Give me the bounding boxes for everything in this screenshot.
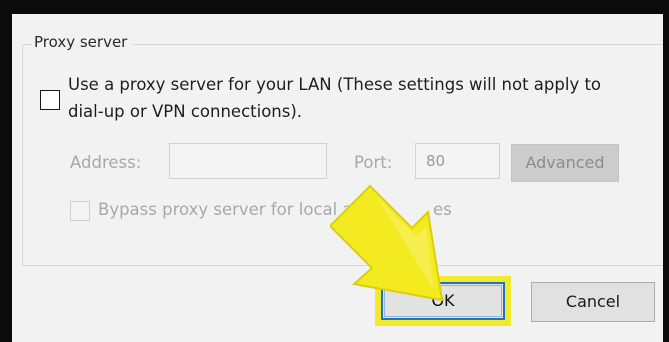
- bypass-local-label[interactable]: Bypass proxy server for local a: [98, 200, 353, 219]
- address-field[interactable]: [169, 143, 327, 179]
- use-proxy-label-line1[interactable]: Use a proxy server for your LAN (These s…: [68, 75, 601, 94]
- port-field[interactable]: 80: [415, 143, 500, 179]
- internet-options-dialog: Proxy server Use a proxy server for your…: [12, 14, 663, 342]
- advanced-button[interactable]: Advanced: [511, 144, 619, 182]
- screenshot-frame: Proxy server Use a proxy server for your…: [0, 0, 669, 342]
- cancel-button[interactable]: Cancel: [531, 282, 655, 322]
- use-proxy-label-line2[interactable]: dial-up or VPN connections).: [68, 102, 302, 121]
- use-proxy-checkbox[interactable]: [40, 90, 60, 110]
- arrow-pointer-icon: [330, 184, 444, 302]
- bypass-local-checkbox[interactable]: [70, 201, 90, 221]
- port-label: Port:: [354, 153, 393, 172]
- address-label: Address:: [70, 153, 142, 172]
- proxy-server-group-title: Proxy server: [32, 33, 134, 51]
